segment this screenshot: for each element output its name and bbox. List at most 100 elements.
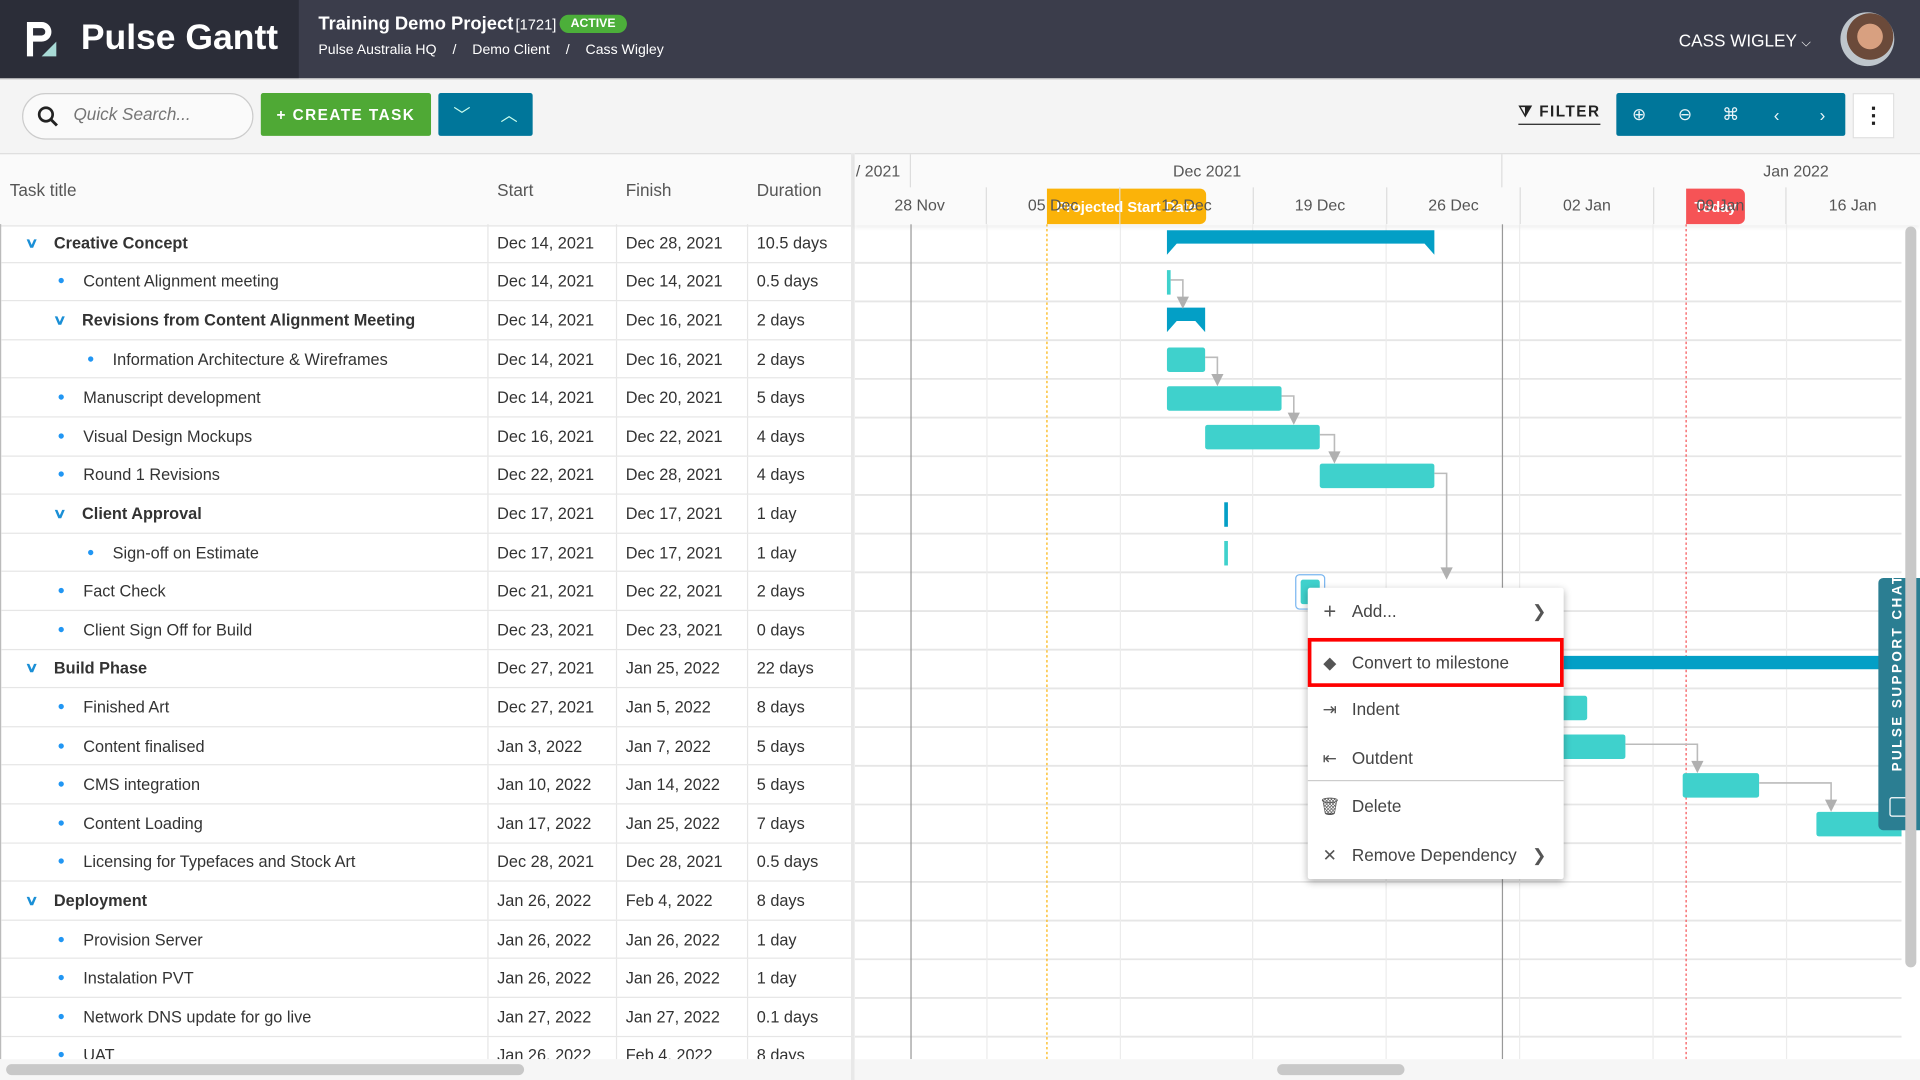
task-title-cell[interactable]: ● CMS integration (1, 765, 489, 804)
column-header-duration[interactable]: Duration (757, 180, 822, 200)
collapse-all-icon[interactable]: ︿ (486, 93, 533, 136)
chevron-down-icon[interactable]: ∨ (53, 312, 77, 328)
start-cell[interactable]: Dec 14, 2021 (489, 262, 618, 301)
start-cell[interactable]: Dec 22, 2021 (489, 456, 618, 494)
duration-cell[interactable]: 2 days (748, 572, 852, 609)
duration-cell[interactable]: 4 days (748, 456, 852, 493)
table-row[interactable]: ● Instalation PVT Jan 26, 2022 Jan 26, 20… (1, 959, 853, 998)
start-cell[interactable]: Jan 26, 2022 (489, 881, 618, 920)
summary-bar[interactable] (1166, 307, 1206, 333)
table-row[interactable]: ● Network DNS update for go live Jan 27, … (1, 997, 853, 1037)
gantt-scrollbar-thumb[interactable] (1277, 1064, 1405, 1076)
search-input[interactable] (73, 104, 245, 124)
scroll-left-icon[interactable]: ‹ (1754, 93, 1800, 136)
task-title-cell[interactable]: ● Content finalised (1, 727, 489, 765)
fit-to-screen-icon[interactable]: ⌘ (1708, 93, 1754, 136)
duration-cell[interactable]: 0.5 days (748, 263, 852, 300)
chevron-down-icon[interactable]: ∨ (25, 235, 49, 251)
task-bar[interactable] (1319, 463, 1435, 489)
start-cell[interactable]: Jan 10, 2022 (489, 765, 618, 804)
chevron-down-icon[interactable]: ∨ (25, 660, 49, 677)
task-title-cell[interactable]: ∨ Revisions from Content Alignment Meetin… (1, 301, 489, 339)
finish-cell[interactable]: Dec 28, 2021 (617, 224, 749, 262)
start-cell[interactable]: Dec 14, 2021 (489, 301, 618, 339)
task-title-cell[interactable]: ∨ Deployment (1, 881, 489, 920)
duration-cell[interactable]: 0.5 days (748, 843, 852, 880)
table-row[interactable]: ● UAT Jan 26, 2022 Feb 4, 2022 8 days (1, 1036, 852, 1060)
start-cell[interactable]: Jan 26, 2022 (489, 920, 618, 959)
table-row[interactable]: ● Visual Design Mockups Dec 16, 2021 Dec … (1, 417, 853, 457)
task-title-cell[interactable]: ● Finished Art (1, 688, 489, 726)
task-title-cell[interactable]: ● Client Sign Off for Build (1, 611, 489, 649)
column-header-title[interactable]: Task title (10, 180, 77, 200)
finish-cell[interactable]: Jan 25, 2022 (617, 649, 749, 688)
duration-cell[interactable]: 1 day (748, 495, 852, 532)
duration-cell[interactable]: 0.1 days (748, 998, 852, 1035)
duration-cell[interactable]: 8 days (748, 1037, 852, 1059)
breadcrumb-item[interactable]: Demo Client (472, 43, 549, 58)
finish-cell[interactable]: Feb 4, 2022 (617, 881, 749, 920)
duration-cell[interactable]: 4 days (748, 418, 852, 455)
finish-cell[interactable]: Dec 20, 2021 (617, 378, 749, 417)
table-row[interactable]: ● CMS integration Jan 10, 2022 Jan 14, 20… (1, 765, 853, 805)
task-title-cell[interactable]: ● Content Loading (1, 804, 489, 842)
task-title-cell[interactable]: ● UAT (1, 1036, 489, 1060)
start-cell[interactable]: Dec 23, 2021 (489, 611, 618, 649)
start-cell[interactable]: Jan 27, 2022 (489, 997, 618, 1036)
start-cell[interactable]: Dec 27, 2021 (489, 688, 618, 726)
more-options-icon[interactable]: ⋮ (1852, 93, 1895, 139)
menu-item-delete[interactable]: 🗑 Delete (1308, 782, 1564, 829)
task-bar[interactable] (1205, 424, 1320, 450)
finish-cell[interactable]: Feb 4, 2022 (617, 1036, 749, 1060)
task-bar[interactable] (1682, 773, 1760, 798)
zoom-in-icon[interactable]: ⊕ (1616, 93, 1662, 136)
table-row[interactable]: ∨ Build Phase Dec 27, 2021 Jan 25, 2022 2… (1, 649, 853, 689)
duration-cell[interactable]: 22 days (748, 650, 852, 687)
avatar[interactable] (1840, 12, 1895, 67)
table-row[interactable]: ● Licensing for Typefaces and Stock Art D… (1, 843, 853, 882)
column-header-start[interactable]: Start (497, 180, 533, 200)
start-cell[interactable]: Jan 26, 2022 (489, 959, 618, 997)
start-cell[interactable]: Dec 17, 2021 (489, 494, 618, 533)
duration-cell[interactable]: 0 days (748, 611, 852, 648)
table-row[interactable]: ● Client Sign Off for Build Dec 23, 2021 … (1, 611, 853, 650)
duration-cell[interactable]: 1 day (748, 534, 852, 571)
duration-cell[interactable]: 2 days (748, 301, 852, 338)
menu-item-add[interactable]: + Add... ❯ (1308, 588, 1564, 635)
finish-cell[interactable]: Jan 25, 2022 (617, 804, 749, 842)
finish-cell[interactable]: Jan 26, 2022 (617, 959, 749, 997)
column-header-finish[interactable]: Finish (626, 180, 672, 200)
task-title-cell[interactable]: ● Fact Check (1, 572, 489, 610)
finish-cell[interactable]: Dec 22, 2021 (617, 572, 749, 610)
finish-cell[interactable]: Jan 7, 2022 (617, 727, 749, 765)
task-title-cell[interactable]: ● Licensing for Typefaces and Stock Art (1, 843, 489, 881)
table-row[interactable]: ∨ Client Approval Dec 17, 2021 Dec 17, 20… (1, 494, 853, 534)
task-title-cell[interactable]: ∨ Client Approval (1, 494, 489, 533)
duration-cell[interactable]: 5 days (748, 766, 852, 803)
vertical-scrollbar-thumb[interactable] (1905, 226, 1917, 968)
expand-all-icon[interactable]: ﹀ (438, 93, 485, 136)
task-title-cell[interactable]: ● Sign-off on Estimate (1, 533, 489, 572)
table-scrollbar-thumb[interactable] (6, 1064, 525, 1076)
table-row[interactable]: ● Finished Art Dec 27, 2021 Jan 5, 2022 8… (1, 688, 853, 728)
finish-cell[interactable]: Dec 14, 2021 (617, 262, 749, 301)
task-title-cell[interactable]: ● Round 1 Revisions (1, 456, 489, 494)
table-row[interactable]: ● Content Alignment meeting Dec 14, 2021 … (1, 262, 853, 302)
task-title-cell[interactable]: ● Visual Design Mockups (1, 417, 489, 456)
task-title-cell[interactable]: ∨ Creative Concept (1, 224, 489, 262)
finish-cell[interactable]: Dec 22, 2021 (617, 417, 749, 456)
start-cell[interactable]: Dec 27, 2021 (489, 649, 618, 688)
finish-cell[interactable]: Dec 16, 2021 (617, 301, 749, 339)
table-row[interactable]: ● Content finalised Jan 3, 2022 Jan 7, 20… (1, 727, 853, 766)
user-menu[interactable]: CASS WIGLEY ⌵ (1679, 31, 1811, 51)
duration-cell[interactable]: 5 days (748, 727, 852, 764)
start-cell[interactable]: Jan 17, 2022 (489, 804, 618, 842)
start-cell[interactable]: Jan 3, 2022 (489, 727, 618, 765)
finish-cell[interactable]: Dec 23, 2021 (617, 611, 749, 649)
start-cell[interactable]: Dec 17, 2021 (489, 533, 618, 572)
task-title-cell[interactable]: ● Instalation PVT (1, 959, 489, 997)
table-row[interactable]: ∨ Revisions from Content Alignment Meetin… (1, 301, 853, 341)
finish-cell[interactable]: Dec 16, 2021 (617, 340, 749, 378)
task-bar[interactable] (1166, 347, 1206, 373)
task-bar[interactable] (1166, 386, 1282, 411)
